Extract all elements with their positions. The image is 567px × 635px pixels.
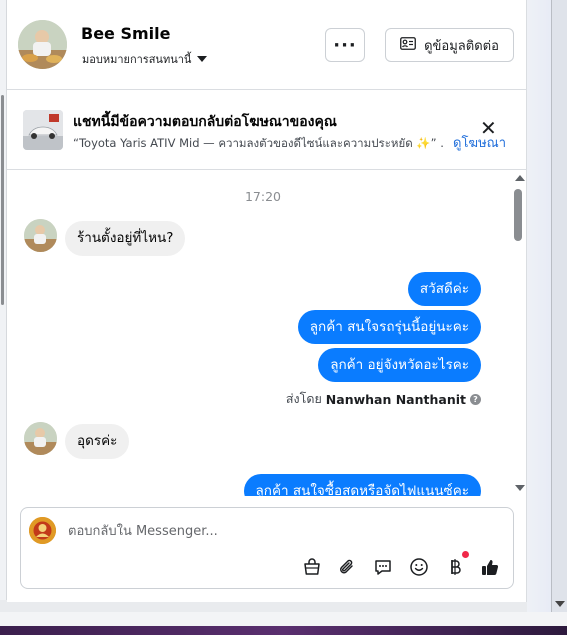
page-avatar <box>29 517 56 544</box>
ad-reply-banner: แชทนี้มีข้อความตอบกลับต่อโฆษณาของคุณ “To… <box>7 90 527 170</box>
window-bottom-bar <box>0 612 567 635</box>
view-contact-label: ดูข้อมูลติดต่อ <box>424 38 499 54</box>
incoming-message[interactable]: อุดรค่ะ <box>65 424 130 459</box>
caret-down-icon <box>197 56 208 62</box>
outgoing-message[interactable]: สวัสดีค่ะ <box>407 272 481 306</box>
baht-icon[interactable] <box>444 556 466 578</box>
incoming-message[interactable]: ร้านตั้งอยู่ที่ไหน? <box>65 221 186 256</box>
contact-avatar-small <box>24 219 57 252</box>
view-contact-button[interactable]: ดูข้อมูลติดต่อ <box>385 28 514 62</box>
paperclip-icon[interactable] <box>336 556 358 578</box>
more-options-button[interactable]: ··· <box>325 28 365 62</box>
assign-label: มอบหมายการสนทนานี้ <box>82 53 192 66</box>
assign-dropdown[interactable]: มอบหมายการสนทนานี้ <box>82 50 208 68</box>
scroll-up-arrow-icon[interactable] <box>515 175 525 181</box>
notification-dot <box>462 551 469 558</box>
message-timestamp: 17:20 <box>244 189 282 204</box>
thread-scrollbar[interactable] <box>512 172 527 496</box>
conversation-panel: Bee Smile มอบหมายการสนทนานี้ ··· ดูข้อมู… <box>7 0 527 602</box>
contact-avatar-small <box>24 422 57 455</box>
outgoing-message[interactable]: ลูกค้า อยู่จังหวัดอะไรคะ <box>318 348 481 382</box>
banner-ad-text: “Toyota Yaris ATIV Mid — ความลงตัวของดีไ… <box>73 136 445 150</box>
left-scroll-handle[interactable] <box>1 95 4 305</box>
outgoing-message[interactable]: ลูกค้า สนใจรถรุ่นนี้อยู่นะคะ <box>297 310 481 344</box>
scroll-thumb[interactable] <box>514 189 522 241</box>
chat-reply-icon[interactable] <box>372 556 394 578</box>
sent-by-label: ส่งโดย Nanwhan Nanthanit ? <box>286 389 481 409</box>
close-icon[interactable]: ✕ <box>480 118 500 138</box>
scroll-down-arrow-icon[interactable] <box>515 485 525 491</box>
conversation-header: Bee Smile มอบหมายการสนทนานี้ ··· ดูข้อมู… <box>7 0 527 90</box>
contact-name: Bee Smile <box>81 24 171 43</box>
emoji-icon[interactable] <box>408 556 430 578</box>
more-options-label: ··· <box>333 34 357 56</box>
sender-name: Nanwhan Nanthanit <box>325 391 466 407</box>
reply-composer <box>20 507 514 589</box>
scroll-down-arrow-icon[interactable] <box>555 601 565 607</box>
info-icon[interactable]: ? <box>470 393 481 405</box>
banner-title: แชทนี้มีข้อความตอบกลับต่อโฆษณาของคุณ <box>73 114 337 130</box>
bag-icon[interactable] <box>301 556 323 578</box>
contact-card-icon <box>400 36 416 54</box>
message-thread: 17:20 ร้านตั้งอยู่ที่ไหน? สวัสดีค่ะ ลูกค… <box>7 170 512 496</box>
taskbar-strip <box>0 626 567 635</box>
ad-thumbnail <box>23 110 63 150</box>
left-window-edge <box>0 0 7 600</box>
contact-avatar[interactable] <box>18 20 67 69</box>
reply-input[interactable] <box>68 520 498 542</box>
outgoing-message[interactable]: ลูกค้า สนใจซื้อสดหรือจัดไฟแนนซ์คะ <box>243 474 481 496</box>
window-scrollbar-right[interactable] <box>551 0 567 612</box>
thumbs-up-icon[interactable] <box>479 556 501 578</box>
sent-by-prefix: ส่งโดย <box>285 391 322 406</box>
